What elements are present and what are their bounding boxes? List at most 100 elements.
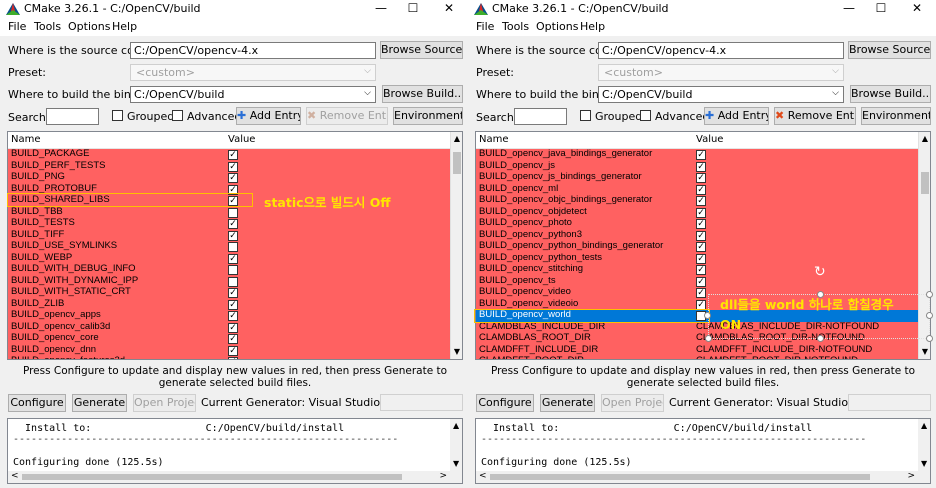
browse-source-button[interactable]: Browse Source... <box>380 41 463 59</box>
source-input[interactable]: C:/OpenCV/opencv-4.x <box>598 42 844 59</box>
output-vscroll[interactable]: ▲ ▼ <box>918 419 930 483</box>
add-entry-button[interactable]: ✚ Add Entry <box>236 107 301 125</box>
scroll-up-icon[interactable]: ▲ <box>451 132 462 146</box>
environment-button[interactable]: Environment... <box>393 107 463 125</box>
table-row[interactable]: BUILD_WITH_STATIC_CRT ✓ <box>8 286 451 299</box>
row-value-checkbox[interactable] <box>228 207 238 218</box>
row-value-checkbox[interactable]: ✓ <box>228 173 238 183</box>
row-value-checkbox[interactable] <box>228 276 238 287</box>
row-value-checkbox[interactable]: ✓ <box>228 219 238 229</box>
output-vscroll[interactable]: ▲ ▼ <box>450 419 462 483</box>
column-name-header[interactable]: Name <box>11 134 41 145</box>
environment-button[interactable]: Environment... <box>861 107 931 125</box>
scroll-thumb[interactable] <box>453 152 461 174</box>
row-value-checkbox[interactable]: ✓ <box>228 253 238 264</box>
preset-select[interactable]: <custom> ⌵ <box>598 64 844 81</box>
menu-file[interactable]: File <box>8 20 26 33</box>
row-value-checkbox[interactable]: ✓ <box>696 219 706 229</box>
scroll-down-icon[interactable]: ▼ <box>919 345 930 359</box>
menu-file[interactable]: File <box>476 20 494 33</box>
minimize-button[interactable]: — <box>366 0 396 18</box>
maximize-button[interactable]: ☐ <box>866 0 896 18</box>
browse-build-button[interactable]: Browse Build... <box>850 85 931 103</box>
column-value-header[interactable]: Value <box>228 134 255 145</box>
scroll-up-icon[interactable]: ▲ <box>919 132 930 146</box>
search-input[interactable] <box>514 108 567 125</box>
row-value-checkbox[interactable]: ✓ <box>228 150 238 160</box>
open-project-button[interactable]: Open Project <box>601 394 664 412</box>
search-input[interactable] <box>46 108 99 125</box>
row-value-checkbox[interactable]: ✓ <box>696 242 706 252</box>
row-value-checkbox[interactable]: ✓ <box>228 311 238 321</box>
grouped-checkbox[interactable] <box>112 110 123 121</box>
preset-select[interactable]: <custom> ⌵ <box>130 64 376 81</box>
build-input[interactable]: C:/OpenCV/build ⌵ <box>130 86 376 103</box>
output-hscroll[interactable]: < > <box>8 471 450 483</box>
row-value-checkbox[interactable]: ✓ <box>228 299 238 310</box>
row-value-checkbox[interactable]: ✓ <box>228 345 238 356</box>
resize-handle[interactable] <box>926 312 933 319</box>
output-hscroll[interactable]: < > <box>476 471 918 483</box>
row-value-checkbox[interactable]: ✓ <box>696 184 706 195</box>
menu-options[interactable]: Options <box>536 20 578 33</box>
table-row[interactable]: BUILD_USE_SYMLINKS <box>8 240 451 253</box>
row-value-checkbox[interactable]: ✓ <box>228 288 238 298</box>
menu-help[interactable]: Help <box>580 20 605 33</box>
resize-handle[interactable] <box>926 291 933 298</box>
resize-handle[interactable] <box>704 312 711 319</box>
table-scrollbar[interactable]: ▲ ▼ <box>450 132 462 359</box>
rotate-icon[interactable]: ↻ <box>814 264 826 280</box>
row-value[interactable]: CLAMDFFT_INCLUDE_DIR-NOTFOUND <box>696 344 872 355</box>
row-value-checkbox[interactable]: ✓ <box>696 265 706 275</box>
row-value-checkbox[interactable] <box>228 265 238 275</box>
row-value-checkbox[interactable]: ✓ <box>228 334 238 344</box>
browse-build-button[interactable]: Browse Build... <box>382 85 463 103</box>
row-value-checkbox[interactable]: ✓ <box>228 322 238 333</box>
browse-source-button[interactable]: Browse Source... <box>848 41 931 59</box>
remove-entry-button[interactable]: ✖ Remove Entry <box>306 107 388 125</box>
row-value-checkbox[interactable]: ✓ <box>696 207 706 218</box>
row-value-checkbox[interactable]: ✓ <box>696 196 706 206</box>
row-value-checkbox[interactable]: ✓ <box>696 299 706 310</box>
resize-handle[interactable] <box>817 335 824 342</box>
close-button[interactable]: ✕ <box>434 0 464 18</box>
row-value-checkbox[interactable] <box>228 242 238 252</box>
row-value-checkbox[interactable]: ✓ <box>228 161 238 172</box>
minimize-button[interactable]: — <box>834 0 864 18</box>
remove-entry-button[interactable]: ✖ Remove Entry <box>774 107 856 125</box>
advanced-checkbox[interactable] <box>172 110 183 121</box>
advanced-checkbox[interactable] <box>640 110 651 121</box>
resize-handle[interactable] <box>926 335 933 342</box>
close-button[interactable]: ✕ <box>902 0 932 18</box>
row-value-checkbox[interactable]: ✓ <box>696 173 706 183</box>
grouped-checkbox[interactable] <box>580 110 591 121</box>
table-row[interactable]: BUILD_TESTS ✓ <box>8 217 451 230</box>
row-value-checkbox[interactable]: ✓ <box>696 230 706 241</box>
open-project-button[interactable]: Open Project <box>133 394 196 412</box>
menu-options[interactable]: Options <box>68 20 110 33</box>
scroll-down-icon[interactable]: ▼ <box>451 345 462 359</box>
add-entry-button[interactable]: ✚ Add Entry <box>704 107 769 125</box>
column-name-header[interactable]: Name <box>479 134 509 145</box>
row-value-checkbox[interactable]: ✓ <box>696 288 706 298</box>
scroll-thumb[interactable] <box>921 172 929 194</box>
resize-handle[interactable] <box>705 335 712 342</box>
row-value-checkbox[interactable]: ✓ <box>696 276 706 287</box>
table-row[interactable]: CLAMDFFT_ROOT_DIR CLAMDFFT_ROOT_DIR-NOTFO… <box>476 355 919 359</box>
menu-tools[interactable]: Tools <box>502 20 529 33</box>
generate-button[interactable]: Generate <box>72 394 127 412</box>
table-row[interactable]: BUILD_opencv_features2d ✓ <box>8 355 451 359</box>
row-value-checkbox[interactable]: ✓ <box>696 150 706 160</box>
row-value[interactable]: CLAMDFFT_ROOT_DIR-NOTFOUND <box>696 355 858 359</box>
table-row[interactable]: BUILD_PERF_TESTS ✓ <box>8 160 451 173</box>
build-input[interactable]: C:/OpenCV/build ⌵ <box>598 86 844 103</box>
generate-button[interactable]: Generate <box>540 394 595 412</box>
menu-tools[interactable]: Tools <box>34 20 61 33</box>
row-value-checkbox[interactable]: ✓ <box>228 230 238 241</box>
configure-button[interactable]: Configure <box>476 394 534 412</box>
row-value-checkbox[interactable]: ✓ <box>696 253 706 264</box>
configure-button[interactable]: Configure <box>8 394 66 412</box>
menu-help[interactable]: Help <box>112 20 137 33</box>
maximize-button[interactable]: ☐ <box>398 0 428 18</box>
row-value-checkbox[interactable]: ✓ <box>228 357 238 359</box>
